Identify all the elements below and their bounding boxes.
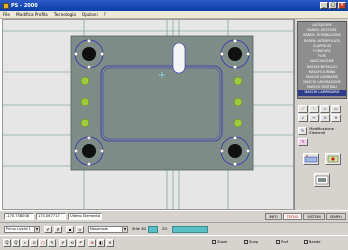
- machine-icon: [304, 155, 318, 163]
- add-icon[interactable]: ⊕: [88, 239, 96, 247]
- cut-tool-icon[interactable]: ✂: [309, 114, 319, 122]
- bande-checkbox-label: Bande: [309, 240, 321, 244]
- value-slider[interactable]: [172, 226, 208, 233]
- snap-checkbox[interactable]: ✓ Snap: [244, 240, 258, 244]
- menu-help[interactable]: ?: [104, 12, 106, 17]
- side-hole-left-3[interactable]: [80, 118, 90, 128]
- zoom-out-icon[interactable]: Q: [12, 239, 20, 247]
- arrow-tool-icon[interactable]: ↙: [298, 114, 308, 122]
- edit-elements-label: Modificazione Elementi: [309, 127, 335, 135]
- title-bar: PS - 2000 _ □ ×: [0, 0, 348, 11]
- pen-icon: ✎: [298, 127, 308, 135]
- menu-bar: File Modifica Profilo Tecnologia Opzioni…: [0, 11, 348, 19]
- checkmark-button[interactable]: ✔: [44, 226, 52, 233]
- rectangle-tool-icon[interactable]: ▭: [331, 105, 341, 113]
- zoom-in-icon[interactable]: Q: [3, 239, 11, 247]
- close-button[interactable]: ×: [338, 2, 346, 9]
- options-bar: Primo Livello 1 ▼ ✔ ✗ ▪ ▫ Massimale ▼ St…: [0, 222, 348, 235]
- save-button[interactable]: ▪: [66, 226, 74, 233]
- checkbox-box: ✓: [304, 240, 308, 244]
- menu-tecnologia[interactable]: Tecnologia: [54, 12, 76, 17]
- center-icon[interactable]: ⊙: [30, 239, 38, 247]
- extra-tool-row: ✎: [298, 138, 308, 146]
- color-swatch[interactable]: [148, 226, 158, 233]
- chevron-down-icon: ▼: [122, 227, 127, 232]
- shape-tool-icon[interactable]: ▱: [320, 105, 330, 113]
- prof-checkbox[interactable]: ✓ Prof: [276, 240, 288, 244]
- tab-sistemi[interactable]: SISTEMI: [303, 213, 325, 220]
- undo-icon[interactable]: ↶: [77, 239, 85, 247]
- palette-item-selected[interactable]: MASCHI LAMPADARIE: [298, 90, 346, 96]
- prof-checkbox-label: Prof: [281, 240, 288, 244]
- checkbox-box: ✓: [244, 240, 248, 244]
- zoom-checkbox[interactable]: ✓ Zoom: [212, 240, 227, 244]
- diagonal-tool-icon[interactable]: ⟍: [309, 105, 319, 113]
- zoom-window-icon[interactable]: ⌕: [21, 239, 29, 247]
- palette-item[interactable]: BAREN. DOMINAZIONE: [298, 33, 346, 38]
- redo-icon[interactable]: ⟲: [68, 239, 76, 247]
- side-hole-left-2[interactable]: [80, 97, 90, 107]
- simulate-button[interactable]: [314, 173, 330, 187]
- zo-label: ZO: [162, 227, 168, 231]
- menu-modifica-profilo[interactable]: Modifica Profilo: [16, 12, 48, 17]
- layer-select[interactable]: Primo Livello 1 ▼: [4, 226, 40, 233]
- machine-button-1[interactable]: [303, 153, 319, 165]
- pencil-icon[interactable]: ✎: [298, 138, 308, 146]
- bande-checkbox[interactable]: ✓ Bande: [304, 240, 320, 244]
- side-hole-right-2[interactable]: [233, 97, 243, 107]
- checkbox-box: ✓: [212, 240, 216, 244]
- style-select-value: Massimale: [90, 227, 108, 231]
- target-tool-icon[interactable]: ⌖: [331, 114, 341, 122]
- line-tool-icon[interactable]: ⟋: [298, 105, 308, 113]
- edit-elements-row[interactable]: ✎ Modificazione Elementi: [298, 127, 348, 135]
- layer-icon[interactable]: ◧: [97, 239, 105, 247]
- shape-icon[interactable]: ⬡: [39, 239, 47, 247]
- edit-icon[interactable]: ✎: [48, 239, 56, 247]
- slot[interactable]: [172, 42, 186, 74]
- side-hole-left-1[interactable]: [80, 76, 90, 86]
- zoom-checkbox-label: Zoom: [217, 240, 228, 244]
- side-hole-right-3[interactable]: [233, 118, 243, 128]
- minimize-button[interactable]: _: [320, 2, 328, 9]
- tool-change-icon: [327, 155, 339, 163]
- tab-sempli[interactable]: SEMPLI: [325, 213, 346, 220]
- style-3d-label: Stile 3D: [132, 227, 147, 231]
- tab-tecno[interactable]: TECNO: [282, 213, 303, 220]
- snap-checkbox-label: Snap: [249, 240, 259, 244]
- simulate-icon: [315, 175, 329, 185]
- status-bar: Q Q ⌕ ⊙ ⬡ ✎ ✔ ⟲ ↶ ⊕ ◧ ✕ ✓ Zoom ✓ Snap ✓ …: [0, 235, 348, 250]
- coordinate-bar: -170.758008 170.067717 Ultimo Elemento I…: [0, 210, 348, 222]
- window-title: PS - 2000: [11, 2, 38, 9]
- menu-opzioni[interactable]: Opzioni: [82, 12, 98, 17]
- machine-button-2[interactable]: [325, 153, 341, 165]
- circle-tool-icon[interactable]: ⊙: [320, 114, 330, 122]
- drawing-canvas[interactable]: [2, 19, 294, 210]
- panel-tabs: INFO TECNO SISTEMI SEMPLI: [265, 213, 346, 220]
- checkbox-box: ✓: [276, 240, 280, 244]
- layer-select-value: Primo Livello 1: [6, 227, 31, 231]
- side-hole-right-1[interactable]: [233, 76, 243, 86]
- operation-palette: ALESATORE BAREN. DESTORE BAREN. DOMINAZI…: [297, 21, 347, 99]
- check-icon[interactable]: ✔: [59, 239, 67, 247]
- chevron-down-icon: ▼: [34, 227, 39, 232]
- tab-info[interactable]: INFO: [265, 213, 282, 220]
- app-icon: [3, 2, 9, 9]
- plate[interactable]: [70, 35, 254, 171]
- cad-drawing: [3, 20, 293, 209]
- side-panel: ALESATORE BAREN. DESTORE BAREN. DOMINAZI…: [294, 19, 348, 210]
- disk-button[interactable]: ▫: [76, 226, 84, 233]
- delete-icon[interactable]: ✕: [106, 239, 114, 247]
- x-coordinate-field: -170.758008: [4, 213, 34, 220]
- maximize-button[interactable]: □: [329, 2, 337, 9]
- style-select[interactable]: Massimale ▼: [88, 226, 128, 233]
- y-coordinate-field: 170.067717: [36, 213, 66, 220]
- menu-file[interactable]: File: [3, 12, 10, 17]
- palette-item[interactable]: BAREN. INTERPOLATA: [298, 39, 346, 44]
- cross-button[interactable]: ✗: [54, 226, 62, 233]
- selection-mode-field: Ultimo Elemento: [68, 213, 102, 220]
- tool-grid: ⟋ ⟍ ▱ ▭ ↙ ✂ ⊙ ⌖: [298, 105, 346, 122]
